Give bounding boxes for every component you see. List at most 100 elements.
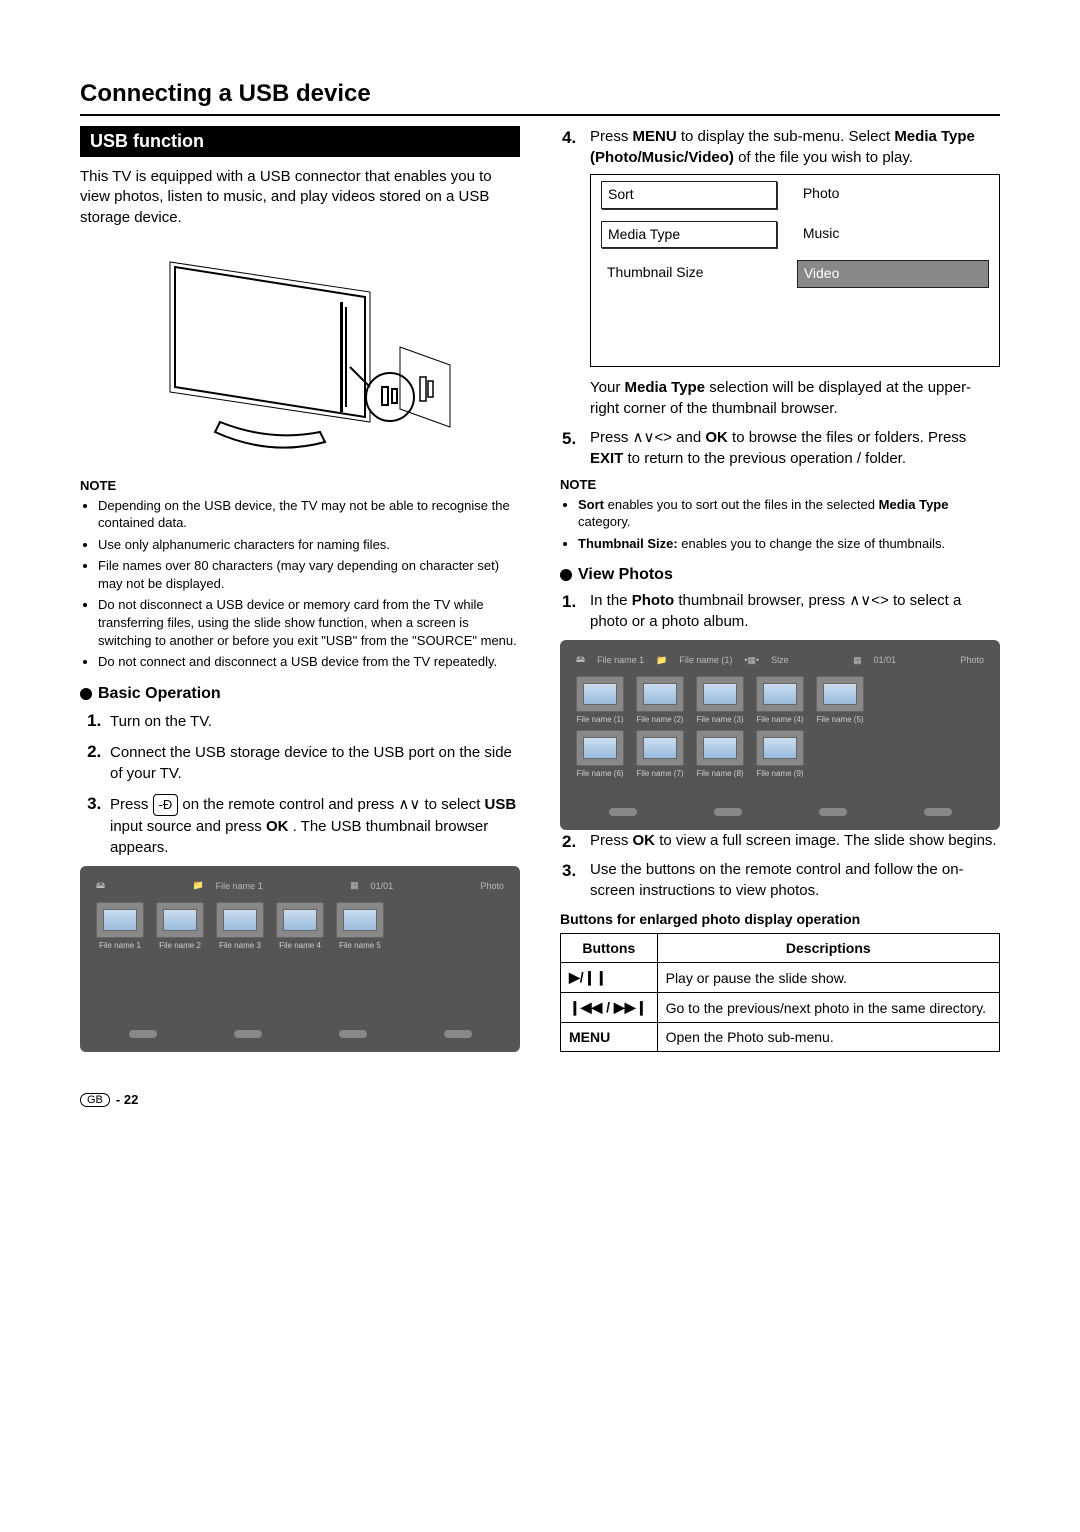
browser-bottom-pills	[570, 778, 990, 820]
browser-bottom-pills	[90, 950, 510, 1042]
bullet-dot-icon	[560, 569, 572, 581]
browser-topbar: 🖴 File name 1 📁 File name (1) •▦• Size ▦…	[570, 650, 990, 676]
note-item: Sort enables you to sort out the files i…	[578, 496, 1000, 531]
vp-step-3: Use the buttons on the remote control an…	[586, 859, 1000, 901]
page-icon: ▦	[350, 880, 359, 891]
step-2: Connect the USB storage device to the US…	[106, 740, 520, 784]
thumbnail: File name (1)	[576, 676, 624, 724]
intro-text: This TV is equipped with a USB connector…	[80, 167, 520, 228]
note-item: Depending on the USB device, the TV may …	[98, 497, 520, 532]
browser-size: Size	[771, 655, 789, 665]
view-photos-steps: In the Photo thumbnail browser, press ∧∨…	[560, 590, 1000, 632]
browser-page: 01/01	[371, 881, 394, 891]
page: Connecting a USB device USB function Thi…	[0, 0, 1080, 1147]
browser-grid: File name 1 File name 2 File name 3 File…	[90, 902, 510, 950]
step-5: Press ∧∨<> and OK to browse the files or…	[586, 427, 1000, 469]
tv-usb-illustration	[80, 242, 520, 472]
thumbnail: File name 2	[156, 902, 204, 950]
media-type-menu: Sort Photo Media Type Music Thumbnail Si…	[590, 174, 1000, 367]
arrow-keys-icon: ∧∨<>	[633, 429, 672, 446]
folder-icon: 📁	[656, 655, 667, 666]
columns: USB function This TV is equipped with a …	[80, 126, 1000, 1052]
browser-grid: File name (1) File name (2) File name (3…	[570, 676, 990, 724]
thumbnail: File name 3	[216, 902, 264, 950]
size-icon: •▦•	[744, 655, 759, 666]
menu-label: MENU	[569, 1029, 610, 1045]
view-photos-label: View Photos	[578, 566, 673, 584]
page-footer: GB - 22	[80, 1092, 1000, 1107]
thumbnail: File name (6)	[576, 730, 624, 778]
steps-right: Press MENU to display the sub-menu. Sele…	[560, 126, 1000, 469]
btn-desc: Go to the previous/next photo in the sam…	[657, 993, 999, 1023]
view-photos-steps-cont: Press OK to view a full screen image. Th…	[560, 830, 1000, 901]
browser-folder: File name 1	[597, 655, 644, 665]
thumbnail: File name 5	[336, 902, 384, 950]
note-label-right: NOTE	[560, 477, 1000, 492]
step-3: Press -Ð on the remote control and press…	[106, 792, 520, 858]
basic-operation-head: Basic Operation	[80, 685, 520, 703]
usb-icon: 🖴	[96, 878, 105, 894]
note-label-left: NOTE	[80, 478, 520, 493]
note-list-left: Depending on the USB device, the TV may …	[80, 497, 520, 671]
browser-mode: Photo	[960, 655, 984, 665]
note-item: File names over 80 characters (may vary …	[98, 557, 520, 592]
page-title: Connecting a USB device	[80, 80, 1000, 108]
gb-badge: GB	[80, 1093, 110, 1107]
up-down-arrows-icon: ∧∨	[398, 796, 420, 813]
folder-icon: 📁	[192, 880, 203, 891]
table-row: MENU Open the Photo sub-menu.	[561, 1023, 1000, 1052]
browser-page: 01/01	[874, 655, 897, 665]
prev-next-icon: ❙◀◀ / ▶▶❙	[569, 999, 647, 1015]
play-pause-icon: ▶/❙❙	[569, 969, 607, 985]
note-item: Thumbnail Size: enables you to change th…	[578, 535, 1000, 553]
steps-left: Turn on the TV. Connect the USB storage …	[80, 709, 520, 858]
menu-sort: Sort	[601, 181, 777, 209]
menu-video-selected: Video	[797, 260, 989, 288]
note-list-right: Sort enables you to sort out the files i…	[560, 496, 1000, 553]
note-item: Do not disconnect a USB device or memory…	[98, 596, 520, 649]
menu-thumbsize: Thumbnail Size	[601, 260, 777, 286]
page-number: - 22	[116, 1092, 138, 1107]
source-icon: -Ð	[153, 794, 179, 816]
menu-mediatype: Media Type	[601, 221, 777, 249]
thumbnail: File name (3)	[696, 676, 744, 724]
thumbnail: File name (8)	[696, 730, 744, 778]
left-column: USB function This TV is equipped with a …	[80, 126, 520, 1052]
table-row: ❙◀◀ / ▶▶❙ Go to the previous/next photo …	[561, 993, 1000, 1023]
vp-step-2: Press OK to view a full screen image. Th…	[586, 830, 1000, 851]
thumbnail-browser-illustration: 🖴 📁 File name 1 ▦ 01/01 Photo File name …	[80, 866, 520, 1052]
thumbnail: File name 1	[96, 902, 144, 950]
photo-browser-illustration: 🖴 File name 1 📁 File name (1) •▦• Size ▦…	[560, 640, 1000, 830]
thumbnail: File name (7)	[636, 730, 684, 778]
buttons-table: Buttons Descriptions ▶/❙❙ Play or pause …	[560, 933, 1000, 1052]
basic-operation-label: Basic Operation	[98, 685, 221, 703]
page-icon: ▦	[853, 655, 862, 666]
browser-folder: File name 1	[216, 881, 263, 891]
browser-mode: Photo	[480, 881, 504, 891]
bullet-dot-icon	[80, 688, 92, 700]
thumbnail: File name (5)	[816, 676, 864, 724]
buttons-caption: Buttons for enlarged photo display opera…	[560, 911, 1000, 927]
table-row: ▶/❙❙ Play or pause the slide show.	[561, 963, 1000, 993]
thumbnail: File name (9)	[756, 730, 804, 778]
th-buttons: Buttons	[561, 934, 658, 963]
thumbnail: File name (2)	[636, 676, 684, 724]
thumbnail: File name (4)	[756, 676, 804, 724]
btn-desc: Open the Photo sub-menu.	[657, 1023, 999, 1052]
th-descriptions: Descriptions	[657, 934, 999, 963]
note-item: Use only alphanumeric characters for nam…	[98, 536, 520, 554]
step4-post: Your Media Type selection will be displa…	[590, 377, 1000, 419]
note-item: Do not connect and disconnect a USB devi…	[98, 653, 520, 671]
step-4: Press MENU to display the sub-menu. Sele…	[586, 126, 1000, 419]
thumbnail: File name 4	[276, 902, 324, 950]
browser-sub: File name (1)	[679, 655, 732, 665]
title-divider	[80, 114, 1000, 116]
browser-grid: File name (6) File name (7) File name (8…	[570, 730, 990, 778]
step-1: Turn on the TV.	[106, 709, 520, 732]
view-photos-head: View Photos	[560, 566, 1000, 584]
right-column: Press MENU to display the sub-menu. Sele…	[560, 126, 1000, 1052]
menu-music: Music	[797, 221, 989, 247]
section-usb-function: USB function	[80, 126, 520, 157]
menu-photo: Photo	[797, 181, 989, 207]
arrow-keys-icon: ∧∨<>	[849, 592, 888, 609]
